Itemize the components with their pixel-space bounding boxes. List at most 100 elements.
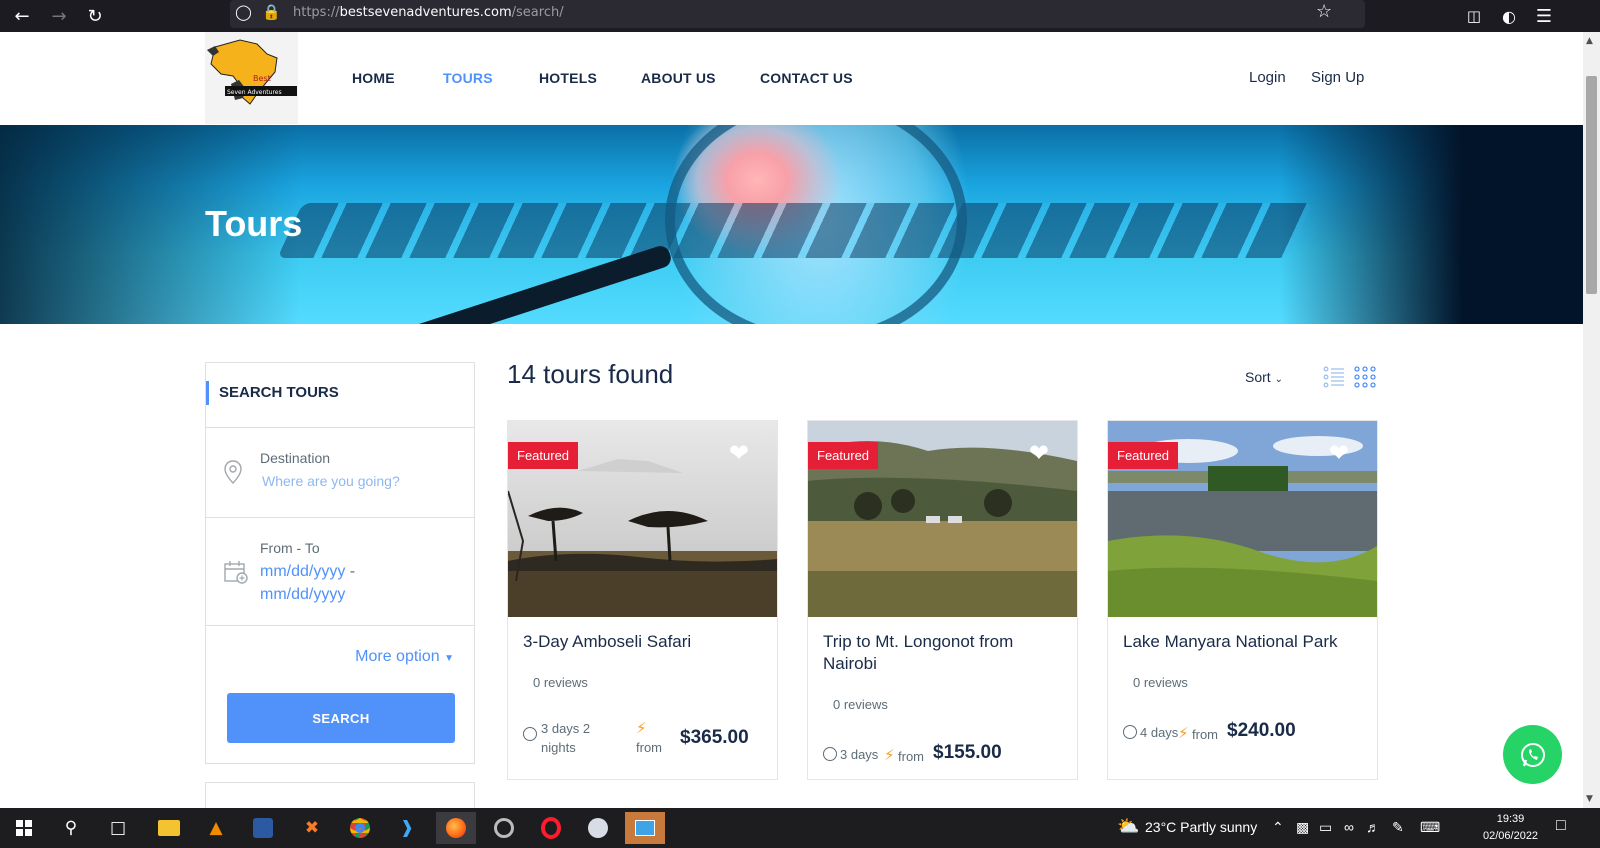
destination-label: Destination: [260, 450, 331, 466]
system-clock[interactable]: 19:39 02/06/2022: [1483, 811, 1538, 845]
logo-text-best: Best: [253, 74, 271, 83]
tray-chevron-icon[interactable]: ⌃: [1272, 819, 1284, 836]
volume-icon[interactable]: ♬: [1366, 819, 1380, 835]
more-option-toggle[interactable]: More option ▼: [355, 648, 454, 666]
tour-card[interactable]: Featured ❤ Trip to Mt. Longonot from Nai…: [807, 420, 1078, 780]
date-from: mm/dd/yyyy: [260, 563, 346, 580]
dates-label: From - To: [260, 540, 320, 556]
tour-title[interactable]: Trip to Mt. Longonot from Nairobi: [823, 631, 1063, 675]
url-bar[interactable]: ◯ 🔒 https://bestsevenadventures.com/sear…: [230, 0, 1365, 28]
page-scrollbar[interactable]: ▲ ▼: [1583, 32, 1600, 808]
xampp-icon[interactable]: ✖: [292, 812, 332, 844]
shield-icon[interactable]: ◯: [235, 3, 252, 21]
clock-time: 19:39: [1496, 813, 1525, 825]
page-title: Tours: [205, 203, 303, 244]
signup-link[interactable]: Sign Up: [1311, 69, 1364, 86]
search-button[interactable]: SEARCH: [227, 693, 455, 743]
task-view-icon[interactable]: □: [98, 812, 138, 844]
more-option-label: More option: [355, 648, 440, 665]
chrome-icon[interactable]: [340, 812, 380, 844]
tour-title[interactable]: 3-Day Amboseli Safari: [523, 631, 763, 653]
pen-icon[interactable]: ✎: [1392, 819, 1404, 836]
date-range-input[interactable]: mm/dd/yyyy - mm/dd/yyyy: [260, 560, 410, 606]
notifications-icon[interactable]: □: [1556, 817, 1566, 835]
price-from-label: from: [1192, 727, 1218, 742]
battery-icon[interactable]: ▭: [1319, 819, 1332, 836]
site-logo[interactable]: Best Seven Adventures: [205, 32, 298, 124]
lightning-icon: ⚡: [884, 746, 895, 764]
weather-icon[interactable]: ⛅: [1117, 816, 1139, 837]
wishlist-heart-icon[interactable]: ❤: [729, 439, 749, 467]
nav-tours[interactable]: TOURS: [443, 70, 493, 86]
tour-title[interactable]: Lake Manyara National Park: [1123, 631, 1363, 653]
scroll-down-icon[interactable]: ▼: [1586, 794, 1593, 804]
account-icon[interactable]: ◐: [1497, 4, 1521, 28]
tour-price: $155.00: [933, 742, 1002, 763]
logo-text-adventures: Seven Adventures: [227, 89, 282, 96]
app-icon[interactable]: [578, 812, 618, 844]
back-icon[interactable]: ←: [10, 4, 34, 28]
lock-icon[interactable]: 🔒: [262, 3, 281, 21]
price-from-label: from: [636, 740, 662, 755]
search-panel-title: SEARCH TOURS: [206, 381, 339, 405]
nav-home[interactable]: HOME: [352, 70, 395, 86]
nav-about-us[interactable]: ABOUT US: [641, 70, 716, 86]
tour-card[interactable]: Featured ❤ Lake Manyara National Park 0 …: [1107, 420, 1378, 780]
menu-icon[interactable]: ☰: [1532, 4, 1556, 28]
date-range-field[interactable]: From - To mm/dd/yyyy - mm/dd/yyyy: [206, 518, 474, 626]
search-panel-header: SEARCH TOURS: [206, 363, 474, 428]
url-path: /search/: [511, 5, 564, 20]
tour-card[interactable]: Featured ❤ 3-Day Amboseli Safari 0 revie…: [507, 420, 778, 780]
tour-image[interactable]: Featured ❤: [508, 421, 777, 617]
tour-duration: 3 days: [823, 745, 878, 764]
nav-hotels[interactable]: HOTELS: [539, 70, 597, 86]
url-text[interactable]: https://bestsevenadventures.com/search/: [293, 5, 564, 20]
chevron-down-icon: ⌄: [1274, 374, 1283, 385]
login-link[interactable]: Login: [1249, 69, 1286, 86]
featured-badge: Featured: [508, 442, 579, 469]
map-pin-icon: [224, 460, 242, 489]
scroll-thumb[interactable]: [1586, 76, 1597, 294]
vlc-icon[interactable]: ▲: [196, 812, 236, 844]
sort-label: Sort: [1245, 369, 1271, 385]
destination-input[interactable]: Where are you going?: [262, 473, 400, 489]
pocket-icon[interactable]: ◫: [1462, 4, 1486, 28]
bookmark-star-icon[interactable]: ☆: [1316, 1, 1332, 22]
windows-start-icon[interactable]: [4, 812, 44, 844]
search-icon[interactable]: ⚲: [51, 812, 91, 844]
featured-badge: Featured: [1108, 442, 1179, 469]
vscode-icon[interactable]: ❱: [387, 812, 427, 844]
photos-icon[interactable]: [625, 812, 665, 844]
media-player-icon[interactable]: [484, 812, 524, 844]
virtualbox-icon[interactable]: [243, 812, 283, 844]
caret-down-icon: ▼: [444, 653, 454, 664]
lightning-icon: ⚡: [636, 719, 647, 737]
results-count: 14 tours found: [507, 359, 674, 389]
nav-contact-us[interactable]: CONTACT US: [760, 70, 853, 86]
opera-icon[interactable]: [531, 812, 571, 844]
keyboard-icon[interactable]: ⌨: [1420, 819, 1440, 836]
scroll-up-icon[interactable]: ▲: [1586, 36, 1593, 46]
destination-field[interactable]: Destination Where are you going?: [206, 428, 474, 518]
whatsapp-chat-button[interactable]: [1503, 725, 1562, 784]
clock-icon: [823, 747, 837, 761]
magnifier-glass-graphic: [665, 125, 967, 324]
sort-dropdown[interactable]: Sort ⌄: [1245, 369, 1283, 385]
hero-shade-right: [1280, 125, 1583, 324]
reload-icon[interactable]: ↻: [83, 4, 107, 28]
wifi-icon[interactable]: ∞: [1344, 819, 1354, 835]
tour-reviews: 0 reviews: [833, 697, 888, 712]
meet-icon[interactable]: ▩: [1296, 819, 1309, 836]
firefox-icon[interactable]: [436, 812, 476, 844]
wishlist-heart-icon[interactable]: ❤: [1029, 439, 1049, 467]
grid-view-icon[interactable]: [1354, 366, 1376, 388]
weather-text[interactable]: 23°C Partly sunny: [1145, 819, 1257, 835]
wishlist-heart-icon[interactable]: ❤: [1329, 439, 1349, 467]
tour-price: $365.00: [680, 727, 749, 748]
tour-image[interactable]: Featured ❤: [808, 421, 1077, 617]
forward-icon[interactable]: →: [47, 4, 71, 28]
list-view-icon[interactable]: [1323, 366, 1345, 388]
tour-image[interactable]: Featured ❤: [1108, 421, 1377, 617]
file-explorer-icon[interactable]: [149, 812, 189, 844]
browser-toolbar: ← → ↻ ◯ 🔒 https://bestsevenadventures.co…: [0, 0, 1600, 32]
